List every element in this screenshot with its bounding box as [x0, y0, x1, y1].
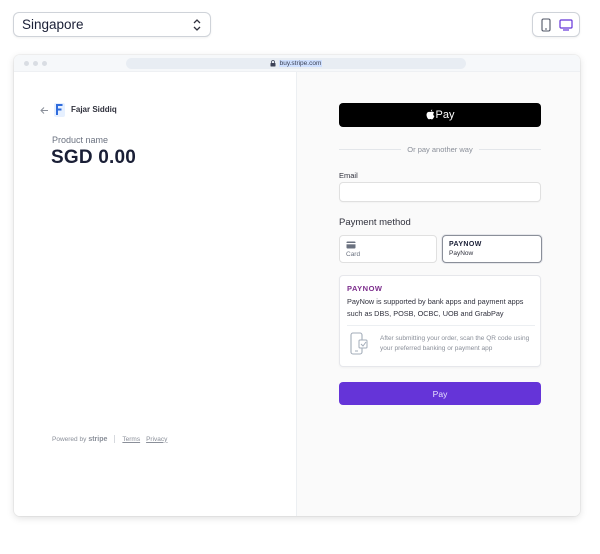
apple-pay-label: Pay — [435, 109, 455, 121]
paynow-logo: PAYNOW — [347, 284, 383, 293]
footer-divider — [114, 435, 116, 443]
card-tab-label: Card — [346, 251, 361, 258]
apple-icon — [426, 109, 434, 120]
address-bar: buy.stripe.com — [126, 58, 466, 69]
chevron-up-down-icon — [193, 18, 201, 31]
privacy-link[interactable]: Privacy — [146, 436, 167, 443]
desktop-icon — [559, 18, 573, 31]
merchant-name: Fajar Siddiq — [71, 105, 117, 114]
or-divider: Or pay another way — [339, 144, 542, 154]
stripe-logo[interactable]: stripe — [88, 436, 107, 443]
checkout-footer: Powered by stripe Terms Privacy — [52, 435, 173, 443]
product-price: SGD 0.00 — [51, 147, 137, 168]
payment-method-tab-card[interactable]: Card — [339, 235, 437, 263]
browser-toolbar: buy.stripe.com — [14, 55, 580, 72]
paynow-divider — [347, 325, 535, 326]
payment-panel: Pay Or pay another way Email Payment met… — [297, 72, 580, 516]
device-toggle — [532, 12, 580, 37]
paynow-description: PayNow is supported by bank apps and pay… — [347, 297, 524, 318]
address-url: buy.stripe.com — [278, 60, 323, 67]
paynow-instruction: After submitting your order, scan the QR… — [380, 335, 530, 352]
order-summary-panel: Fajar Siddiq Product name SGD 0.00 Power… — [14, 72, 296, 516]
paynow-info-box: PAYNOW PayNow is supported by bank apps … — [339, 275, 541, 367]
paynow-tab-label: PayNow — [449, 250, 474, 257]
back-arrow-icon[interactable] — [40, 106, 49, 115]
powered-by-text: Powered by — [52, 435, 87, 443]
paynow-tab-logo: PAYNOW — [449, 241, 482, 248]
payment-method-label: Payment method — [339, 217, 411, 228]
mobile-icon — [541, 17, 551, 32]
phone-scan-icon — [350, 332, 368, 355]
terms-link[interactable]: Terms — [122, 436, 140, 443]
window-controls — [24, 61, 47, 66]
payment-method-tab-paynow[interactable]: PAYNOW PayNow — [442, 235, 542, 263]
email-input[interactable] — [339, 182, 541, 202]
pay-button[interactable]: Pay — [339, 382, 541, 405]
desktop-view-button[interactable] — [557, 16, 575, 34]
or-pay-text: Or pay another way — [407, 144, 473, 154]
mobile-view-button[interactable] — [537, 16, 555, 34]
country-select[interactable]: Singapore — [13, 12, 211, 37]
product-name: Product name — [52, 135, 109, 145]
browser-preview: buy.stripe.com Fajar Siddiq Product name… — [14, 55, 580, 516]
email-label: Email — [339, 171, 358, 180]
lock-icon — [270, 60, 276, 67]
merchant-logo — [54, 103, 65, 117]
card-icon — [346, 241, 356, 249]
apple-pay-button[interactable]: Pay — [339, 103, 541, 127]
page-root: Singapore buy.stripe.com Fajar Siddiq Pr… — [0, 0, 600, 554]
country-select-value: Singapore — [22, 17, 84, 32]
